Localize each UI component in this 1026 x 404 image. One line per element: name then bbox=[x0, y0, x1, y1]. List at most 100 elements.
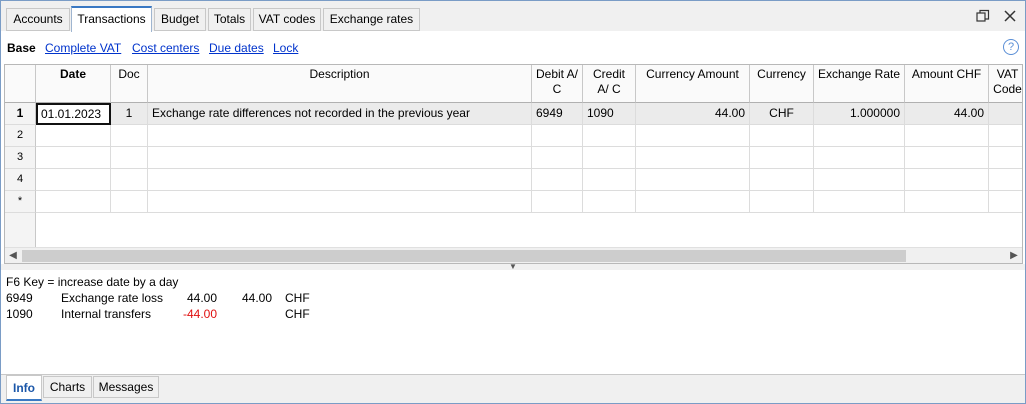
currency-cell[interactable]: CHF bbox=[750, 103, 814, 125]
table-row: 3 bbox=[5, 147, 1022, 169]
debit-cell[interactable] bbox=[532, 191, 583, 213]
column-header-date[interactable]: Date bbox=[36, 65, 111, 103]
tab-messages[interactable]: Messages bbox=[93, 376, 159, 398]
amount-chf-cell[interactable] bbox=[905, 169, 989, 191]
column-header-currency-amount[interactable]: Currency Amount bbox=[636, 65, 750, 103]
close-icon[interactable] bbox=[1002, 9, 1018, 25]
table-row: 1 01.01.2023 1 Exchange rate differences… bbox=[5, 103, 1022, 125]
currency-amount-cell[interactable] bbox=[636, 125, 750, 147]
info-account-currency: CHF bbox=[285, 307, 310, 321]
row-number[interactable]: * bbox=[5, 191, 36, 213]
exchange-rate-cell[interactable] bbox=[814, 125, 905, 147]
date-cell[interactable] bbox=[36, 169, 111, 191]
scrollbar-thumb[interactable] bbox=[22, 250, 906, 262]
info-hint: F6 Key = increase date by a day bbox=[6, 275, 179, 289]
amount-chf-cell[interactable] bbox=[905, 147, 989, 169]
credit-cell[interactable]: 1090 bbox=[583, 103, 636, 125]
debit-cell[interactable] bbox=[532, 125, 583, 147]
tab-transactions[interactable]: Transactions bbox=[71, 6, 152, 32]
row-number[interactable]: 3 bbox=[5, 147, 36, 169]
doc-cell[interactable] bbox=[111, 191, 148, 213]
view-cost-centers[interactable]: Cost centers bbox=[132, 41, 199, 55]
debit-cell[interactable] bbox=[532, 169, 583, 191]
description-cell[interactable] bbox=[148, 191, 532, 213]
credit-cell[interactable] bbox=[583, 147, 636, 169]
tab-info[interactable]: Info bbox=[6, 375, 42, 401]
vat-code-cell[interactable] bbox=[989, 169, 1022, 191]
tab-accounts[interactable]: Accounts bbox=[6, 8, 70, 31]
vat-code-cell[interactable] bbox=[989, 125, 1022, 147]
date-cell[interactable]: 01.01.2023 bbox=[36, 103, 111, 125]
doc-cell[interactable] bbox=[111, 147, 148, 169]
currency-amount-cell[interactable] bbox=[636, 147, 750, 169]
column-header-credit[interactable]: Credit A/ C bbox=[583, 65, 636, 103]
app-window: Accounts Transactions Budget Totals VAT … bbox=[0, 0, 1026, 404]
vat-code-cell[interactable] bbox=[989, 191, 1022, 213]
amount-chf-cell[interactable]: 44.00 bbox=[905, 103, 989, 125]
credit-cell[interactable] bbox=[583, 125, 636, 147]
currency-cell[interactable] bbox=[750, 169, 814, 191]
doc-cell[interactable] bbox=[111, 169, 148, 191]
description-cell[interactable] bbox=[148, 147, 532, 169]
row-number[interactable]: 4 bbox=[5, 169, 36, 191]
column-header-description[interactable]: Description bbox=[148, 65, 532, 103]
tab-totals[interactable]: Totals bbox=[208, 8, 251, 31]
horizontal-scrollbar[interactable]: ◀ ▶ bbox=[5, 247, 1022, 263]
column-header-vat-code[interactable]: VAT Code bbox=[989, 65, 1022, 103]
view-complete-vat[interactable]: Complete VAT bbox=[45, 41, 121, 55]
amount-chf-cell[interactable] bbox=[905, 191, 989, 213]
row-header-filler bbox=[5, 213, 36, 247]
currency-cell[interactable] bbox=[750, 125, 814, 147]
restore-window-icon[interactable] bbox=[975, 9, 991, 25]
description-cell[interactable] bbox=[148, 169, 532, 191]
table-row: 4 bbox=[5, 169, 1022, 191]
doc-cell[interactable]: 1 bbox=[111, 103, 148, 125]
credit-cell[interactable] bbox=[583, 169, 636, 191]
description-cell[interactable] bbox=[148, 125, 532, 147]
exchange-rate-cell[interactable] bbox=[814, 191, 905, 213]
column-header-currency[interactable]: Currency bbox=[750, 65, 814, 103]
table-row: 2 bbox=[5, 125, 1022, 147]
doc-cell[interactable] bbox=[111, 125, 148, 147]
tab-vat-codes[interactable]: VAT codes bbox=[253, 8, 321, 31]
date-cell[interactable] bbox=[36, 191, 111, 213]
tab-budget[interactable]: Budget bbox=[154, 8, 206, 31]
vat-code-cell[interactable] bbox=[989, 147, 1022, 169]
row-number[interactable]: 2 bbox=[5, 125, 36, 147]
scroll-left-icon[interactable]: ◀ bbox=[5, 248, 21, 263]
tab-exchange-rates[interactable]: Exchange rates bbox=[323, 8, 420, 31]
exchange-rate-cell[interactable] bbox=[814, 147, 905, 169]
credit-cell[interactable] bbox=[583, 191, 636, 213]
row-number[interactable]: 1 bbox=[5, 103, 36, 125]
column-header-amount-chf[interactable]: Amount CHF bbox=[905, 65, 989, 103]
description-cell[interactable]: Exchange rate differences not recorded i… bbox=[148, 103, 532, 125]
date-cell[interactable] bbox=[36, 125, 111, 147]
currency-amount-cell[interactable] bbox=[636, 191, 750, 213]
date-cell[interactable] bbox=[36, 147, 111, 169]
amount-chf-cell[interactable] bbox=[905, 125, 989, 147]
tab-charts[interactable]: Charts bbox=[43, 376, 92, 398]
vat-code-cell[interactable] bbox=[989, 103, 1022, 125]
help-icon[interactable]: ? bbox=[1003, 39, 1019, 55]
scroll-right-icon[interactable]: ▶ bbox=[1006, 248, 1022, 263]
column-header-debit[interactable]: Debit A/ C bbox=[532, 65, 583, 103]
currency-cell[interactable] bbox=[750, 147, 814, 169]
info-panel: F6 Key = increase date by a day 6949 Exc… bbox=[1, 270, 1025, 374]
view-due-dates[interactable]: Due dates bbox=[209, 41, 264, 55]
currency-cell[interactable] bbox=[750, 191, 814, 213]
info-account-currency: CHF bbox=[285, 291, 310, 305]
currency-amount-cell[interactable]: 44.00 bbox=[636, 103, 750, 125]
exchange-rate-cell[interactable]: 1.000000 bbox=[814, 103, 905, 125]
column-header-exchange-rate[interactable]: Exchange Rate bbox=[814, 65, 905, 103]
info-account-amount: 44.00 bbox=[187, 291, 218, 305]
view-lock[interactable]: Lock bbox=[273, 41, 298, 55]
debit-cell[interactable]: 6949 bbox=[532, 103, 583, 125]
info-account-number: 6949 bbox=[6, 291, 33, 305]
debit-cell[interactable] bbox=[532, 147, 583, 169]
currency-amount-cell[interactable] bbox=[636, 169, 750, 191]
bottom-tabs: Info Charts Messages bbox=[1, 374, 1025, 403]
exchange-rate-cell[interactable] bbox=[814, 169, 905, 191]
info-account-balance: 44.00 bbox=[242, 291, 273, 305]
view-base[interactable]: Base bbox=[7, 41, 36, 55]
column-header-doc[interactable]: Doc bbox=[111, 65, 148, 103]
